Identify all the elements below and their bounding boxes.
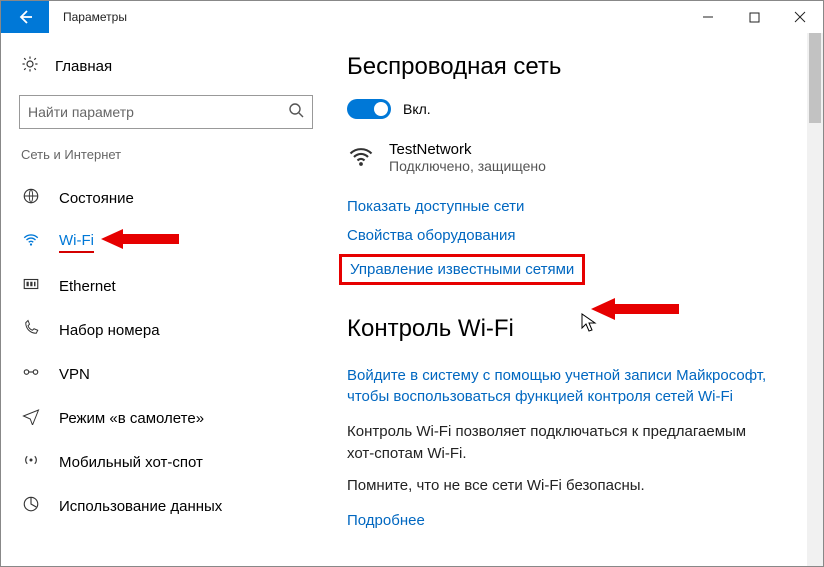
wifi-control-heading: Контроль Wi-Fi	[347, 315, 799, 343]
wifi-control-para2: Помните, что не все сети Wi-Fi безопасны…	[347, 475, 777, 497]
sidebar-item-ethernet[interactable]: Ethernet	[19, 264, 331, 308]
wifi-toggle-label: Вкл.	[403, 101, 431, 117]
wifi-toggle[interactable]	[347, 99, 391, 119]
network-status: Подключено, защищено	[389, 158, 546, 174]
search-icon	[288, 102, 304, 123]
sidebar-item-status[interactable]: Состояние	[19, 176, 331, 220]
maximize-button[interactable]	[731, 1, 777, 33]
status-icon	[21, 187, 41, 210]
current-network[interactable]: TestNetwork Подключено, защищено	[347, 141, 799, 178]
airplane-icon	[21, 407, 41, 430]
sidebar-home[interactable]: Главная	[19, 49, 331, 87]
back-arrow-icon	[16, 8, 34, 26]
sidebar-item-label: Состояние	[59, 190, 134, 207]
sidebar-item-airplane[interactable]: Режим «в самолете»	[19, 396, 331, 440]
gear-icon	[21, 55, 39, 77]
back-button[interactable]	[1, 1, 49, 33]
datausage-icon	[21, 495, 41, 518]
ethernet-icon	[21, 275, 41, 298]
window-title: Параметры	[49, 1, 141, 33]
sidebar: Главная Найти параметр Сеть и Интернет С…	[1, 33, 331, 566]
vpn-icon	[21, 363, 41, 386]
network-name: TestNetwork	[389, 141, 546, 158]
wifi-control-para1: Контроль Wi-Fi позволяет подключаться к …	[347, 421, 777, 465]
wifi-icon	[21, 231, 41, 254]
sidebar-item-label: Мобильный хот-спот	[59, 454, 203, 471]
sidebar-item-label: Wi-Fi	[59, 232, 94, 253]
sidebar-item-hotspot[interactable]: Мобильный хот-спот	[19, 440, 331, 484]
page-heading: Беспроводная сеть	[347, 53, 799, 81]
sidebar-home-label: Главная	[55, 58, 112, 75]
wifi-signal-icon	[347, 143, 375, 178]
vertical-scrollbar[interactable]	[807, 33, 823, 566]
maximize-icon	[749, 12, 760, 23]
sidebar-item-label: Режим «в самолете»	[59, 410, 204, 427]
sidebar-item-dialup[interactable]: Набор номера	[19, 308, 331, 352]
hotspot-icon	[21, 451, 41, 474]
minimize-button[interactable]	[685, 1, 731, 33]
sidebar-item-datausage[interactable]: Использование данных	[19, 484, 331, 528]
sidebar-item-label: Набор номера	[59, 322, 160, 339]
search-input[interactable]: Найти параметр	[19, 95, 313, 129]
link-hardware-props[interactable]: Свойства оборудования	[347, 227, 516, 244]
scrollbar-thumb[interactable]	[809, 33, 821, 123]
sidebar-item-vpn[interactable]: VPN	[19, 352, 331, 396]
sidebar-item-label: Использование данных	[59, 498, 222, 515]
sidebar-category: Сеть и Интернет	[21, 147, 331, 162]
sidebar-item-label: Ethernet	[59, 278, 116, 295]
search-placeholder: Найти параметр	[28, 104, 134, 120]
link-signin-ms[interactable]: Войдите в систему с помощью учетной запи…	[347, 365, 777, 407]
close-button[interactable]	[777, 1, 823, 33]
minimize-icon	[702, 11, 714, 23]
link-learn-more[interactable]: Подробнее	[347, 512, 425, 529]
main-panel: Беспроводная сеть Вкл. TestNetwork Подкл…	[331, 33, 823, 566]
link-manage-networks[interactable]: Управление известными сетями	[350, 261, 574, 278]
sidebar-item-wifi[interactable]: Wi-Fi	[19, 220, 331, 264]
link-show-networks[interactable]: Показать доступные сети	[347, 198, 524, 215]
dialup-icon	[21, 319, 41, 342]
sidebar-item-label: VPN	[59, 366, 90, 383]
close-icon	[794, 11, 806, 23]
